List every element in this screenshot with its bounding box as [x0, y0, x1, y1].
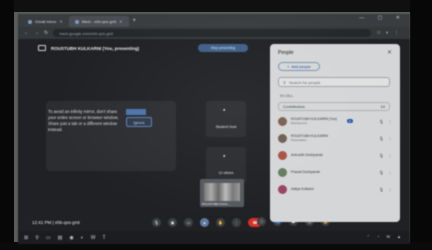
window-controls[interactable]: — ▢ ✕	[359, 15, 406, 21]
people-panel: People ✕ + Add people ⚲ Search for peopl…	[270, 44, 400, 222]
close-icon[interactable]: ✕	[387, 49, 392, 56]
reload-icon[interactable]: ↻	[44, 30, 48, 36]
presenting-banner: ROUSTUBH KULKARNI (You, presenting)	[38, 45, 139, 51]
photo-frame: Gmail Inbox ✕ Meet - xhb-qxs-gmt ✕ + — ▢…	[0, 0, 432, 250]
ignore-button[interactable]: Ignore	[126, 117, 152, 127]
participant-name: ROUSTUBH KULKARNI (You) Meeting host	[291, 117, 337, 125]
new-tab-icon[interactable]: +	[133, 18, 137, 24]
tile-label: 12 others	[218, 171, 234, 175]
avatar	[278, 167, 287, 177]
back-icon[interactable]: ←	[24, 30, 29, 36]
participant-row[interactable]: Aditya Kulkarni 🎙 ⋮	[278, 182, 392, 196]
presenter-tile-label: ROUSTUBH KULK...	[202, 202, 231, 206]
browser-tab-bar: Gmail Inbox ✕ Meet - xhb-qxs-gmt ✕ + — ▢…	[18, 14, 410, 27]
avatar	[278, 150, 287, 160]
browser-toolbar-icons[interactable]: ☆◐⋮	[376, 30, 404, 36]
people-panel-title: People	[278, 50, 294, 56]
browser-address-bar: ← → ↻ meet.google.com/xhb-qxs-gmt ☆◐⋮	[18, 27, 410, 39]
avatar	[278, 133, 287, 143]
add-people-button[interactable]: + Add people	[278, 62, 320, 71]
people-icon: ●	[223, 153, 226, 158]
tab-close-icon[interactable]: ✕	[119, 19, 122, 24]
search-icon: ⚲	[283, 79, 286, 85]
browser-tab-gmail[interactable]: Gmail Inbox ✕	[22, 16, 69, 27]
tab-label: Gmail Inbox	[35, 19, 57, 24]
meeting-time-code: 12:41 PM | xhb-qxs-gmt	[32, 219, 80, 225]
add-people-label: Add people	[291, 64, 311, 69]
projected-screen: Gmail Inbox ✕ Meet - xhb-qxs-gmt ✕ + — ▢…	[18, 14, 410, 244]
mic-off-icon: 🎙	[378, 118, 384, 124]
more-options-icon[interactable]: ⋮	[388, 170, 392, 175]
tab-close-icon[interactable]: ✕	[59, 19, 62, 24]
file-explorer-icon[interactable]: ▤	[58, 235, 63, 241]
raise-hand-icon[interactable]: ✋	[216, 217, 225, 227]
add-person-icon: +	[287, 64, 290, 69]
presenting-label: ROUSTUBH KULKARNI (You, presenting)	[51, 45, 140, 51]
task-view-icon[interactable]: ▭	[46, 235, 51, 241]
contributors-group[interactable]: Contributors 14	[278, 102, 390, 111]
stop-presenting-button[interactable]: Stop presenting	[198, 44, 248, 52]
participant-row[interactable]: Aniruddh Deshpande 🎙 ⋮	[278, 148, 392, 162]
tab-favicon-icon	[74, 19, 79, 24]
in-call-label: IN CALL	[280, 94, 294, 98]
participant-name: Aniruddh Deshpande	[291, 153, 323, 157]
presenter-preview-tile[interactable]: ROUSTUBH KULK...	[200, 179, 244, 207]
forward-icon[interactable]: →	[34, 30, 39, 36]
participant-row[interactable]: ROUSTUBH KULKARNI (You) Meeting host ● 🎙 …	[278, 114, 392, 128]
participant-row[interactable]: Prasad Deshpande 🎙 ⋮	[278, 165, 392, 179]
teams-icon[interactable]: T	[102, 235, 105, 241]
browser-tab-meet[interactable]: Meet - xhb-qxs-gmt ✕	[68, 16, 129, 27]
participant-name: ROUSTUBH KULKARNI Presentation	[291, 134, 328, 142]
avatar	[278, 184, 287, 194]
contributors-label: Contributors	[283, 104, 305, 109]
start-icon[interactable]: ⊞	[24, 235, 28, 241]
present-icon[interactable]: ▲	[200, 217, 209, 227]
os-taskbar: ⊞ ⚲ ▭ ▤ ◉ ◐ W T ⌃ ◔ ✉ ▲	[18, 231, 410, 244]
left-border	[0, 0, 14, 250]
word-icon[interactable]: W	[91, 235, 96, 241]
system-tray-icons[interactable]: ⌃ ◔ ✉ ▲	[367, 234, 404, 239]
you-badge-icon: ●	[347, 119, 353, 123]
search-icon[interactable]: ⚲	[35, 235, 39, 241]
participant-row[interactable]: ROUSTUBH KULKARNI Presentation 🎙 ⋮	[278, 131, 392, 145]
more-options-icon[interactable]: ⋮	[232, 217, 241, 227]
participant-name: Prasad Deshpande	[291, 170, 321, 174]
people-search-input[interactable]: ⚲ Search for people	[278, 77, 390, 87]
captions-icon[interactable]: ▭	[184, 217, 193, 227]
url-input[interactable]: meet.google.com/xhb-qxs-gmt	[53, 29, 372, 37]
more-options-icon[interactable]: ⋮	[388, 187, 392, 192]
right-border	[410, 0, 432, 250]
share-tab-chip	[126, 109, 146, 115]
tab-favicon-icon	[28, 19, 32, 24]
mic-off-icon: ●	[223, 107, 226, 112]
contributors-count: 14	[380, 104, 385, 109]
more-options-icon[interactable]: ⋮	[388, 153, 392, 158]
share-warning-text: To avoid an infinity mirror, don't share…	[48, 109, 119, 132]
more-options-icon[interactable]: ⋮	[388, 136, 392, 141]
mic-off-icon: 🎙	[378, 169, 384, 175]
participant-name: Aditya Kulkarni	[291, 187, 314, 191]
others-tile[interactable]: ● 12 others	[206, 147, 246, 183]
camera-icon[interactable]: ▣	[168, 217, 177, 227]
info-icon[interactable]: ⓘ	[257, 217, 266, 226]
tile-label: Student Host	[215, 125, 237, 129]
more-options-icon[interactable]: ⋮	[388, 119, 392, 124]
search-placeholder: Search for people	[288, 79, 321, 85]
mic-off-icon: 🎙	[378, 186, 384, 192]
chrome-icon[interactable]: ◉	[69, 235, 73, 241]
participant-tile[interactable]: ● Student Host	[206, 101, 246, 137]
edge-icon[interactable]: ◐	[81, 235, 84, 241]
mic-off-icon: 🎙	[378, 135, 384, 141]
tab-label: Meet - xhb-qxs-gmt	[81, 19, 117, 24]
mic-icon[interactable]: 🎙	[152, 217, 161, 227]
control-buttons: 🎙 ▣ ▭ ▲ ✋ ⋮ ☎	[152, 217, 262, 227]
top-border	[0, 0, 432, 12]
avatar	[278, 116, 287, 126]
presentation-thumbnail	[204, 183, 240, 201]
mic-off-icon: 🎙	[378, 152, 384, 158]
present-screen-icon	[38, 45, 46, 51]
